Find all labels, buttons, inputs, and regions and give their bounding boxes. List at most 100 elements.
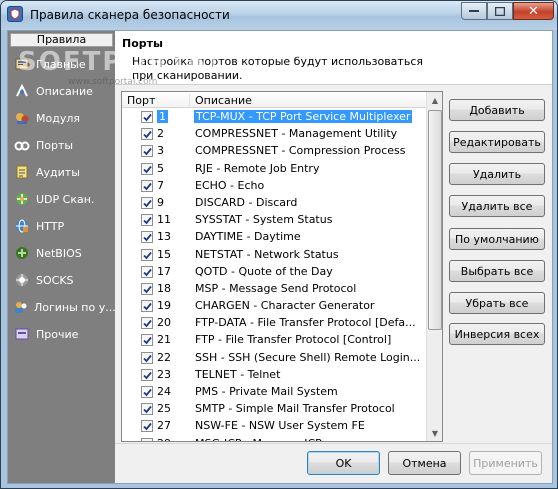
port-checkbox[interactable] (141, 420, 153, 433)
default-button[interactable]: По умолчанию (449, 228, 545, 250)
vertical-scrollbar[interactable]: ▲ ▼ (426, 92, 442, 441)
table-row[interactable]: 13 DAYTIME - Daytime (122, 228, 426, 245)
minimize-button[interactable] (461, 2, 487, 20)
port-checkbox[interactable] (141, 128, 153, 141)
delete-all-button[interactable]: Удалить все (449, 195, 545, 217)
table-row[interactable]: 22 SSH - SSH (Secure Shell) Remote Login.… (122, 349, 426, 366)
port-number: 11 (157, 213, 171, 227)
port-checkbox[interactable] (141, 231, 153, 244)
table-row[interactable]: 21 FTP - File Transfer Protocol [Control] (122, 331, 426, 348)
checkmark-icon (143, 113, 152, 122)
sidebar-item-udp-scan[interactable]: UDP Скан. (8, 187, 115, 211)
port-number: 24 (157, 385, 171, 398)
table-row[interactable]: 25 SMTP - Simple Mail Transfer Protocol (122, 400, 426, 417)
table-row[interactable]: 24 PMS - Private Mail System (122, 383, 426, 400)
sidebar-item-ports[interactable]: Порты (8, 133, 115, 157)
port-checkbox[interactable] (141, 403, 153, 416)
table-row[interactable]: 7 ECHO - Echo (122, 177, 426, 194)
ports-list[interactable]: Порт Описание 1 TCP-MUX - TCP Port Servic… (121, 91, 443, 442)
sidebar-item-logins[interactable]: Логины по у... (8, 295, 116, 319)
port-description: DISCARD - Discard (195, 195, 298, 209)
table-row[interactable]: 19 CHARGEN - Character Generator (122, 297, 426, 314)
table-row[interactable]: 3 COMPRESSNET - Compression Process (122, 142, 426, 159)
cancel-button[interactable]: Отмена (388, 451, 461, 475)
port-number: 22 (157, 350, 171, 364)
port-checkbox[interactable] (141, 437, 153, 441)
footer-divider (115, 443, 552, 444)
column-header-port[interactable]: Порт (127, 94, 155, 107)
port-checkbox[interactable] (141, 334, 153, 347)
port-checkbox[interactable] (141, 162, 153, 175)
table-row[interactable]: 9 DISCARD - Discard (122, 194, 426, 211)
port-number: 29 (157, 437, 171, 441)
table-row[interactable]: 2 COMPRESSNET - Management Utility (122, 125, 426, 142)
sidebar-item-netbios[interactable]: NetBIOS (8, 241, 115, 265)
add-button[interactable]: Добавить (449, 99, 545, 121)
scroll-up-arrow-icon[interactable]: ▲ (427, 92, 443, 108)
table-row[interactable]: 15 NETSTAT - Network Status (122, 246, 426, 263)
port-number: 25 (157, 402, 171, 416)
table-row[interactable]: 18 MSP - Message Send Protocol (122, 280, 426, 297)
sidebar-item-audits[interactable]: Аудиты (8, 160, 115, 184)
checkmark-icon (149, 440, 151, 441)
port-checkbox[interactable] (141, 265, 153, 278)
port-number: 17 (157, 264, 171, 278)
port-description: NSW-FE - NSW User System FE (195, 419, 365, 433)
invert-all-button[interactable]: Инверсия всех (449, 323, 545, 345)
port-checkbox[interactable] (141, 282, 153, 295)
port-description: SSH - SSH (Secure Shell) Remote Login... (195, 350, 421, 364)
table-row[interactable]: 29 MSG-ICP - Message ICP (122, 435, 426, 441)
sidebar-item-label: HTTP (36, 219, 65, 233)
ok-button[interactable]: OK (307, 451, 380, 475)
port-checkbox[interactable] (141, 351, 153, 364)
port-number: 9 (157, 195, 164, 209)
sidebar-item-other[interactable]: Прочие (8, 322, 115, 346)
deselect-all-button[interactable]: Убрать все (449, 292, 545, 314)
maximize-button[interactable] (487, 2, 513, 20)
netbios-icon (13, 244, 31, 262)
port-checkbox[interactable] (141, 196, 153, 209)
delete-button[interactable]: Удалить (449, 163, 545, 185)
close-button[interactable]: ✕ (513, 2, 554, 20)
port-description: MSG-ICP - Message ICP (195, 437, 322, 441)
column-divider[interactable] (189, 94, 190, 106)
sidebar-item-label: Модуля (36, 111, 80, 125)
table-row[interactable]: 5 RJE - Remote Job Entry (122, 160, 426, 177)
title-bar[interactable]: Правила сканера безопасности ✕ (1, 1, 557, 30)
port-description: FTP-DATA - File Transfer Protocol [Defa.… (195, 316, 416, 330)
column-header-description[interactable]: Описание (195, 94, 252, 107)
table-row[interactable]: 17 QOTD - Quote of the Day (122, 263, 426, 280)
port-description: FTP - File Transfer Protocol [Control] (195, 333, 392, 347)
port-description: MSP - Message Send Protocol (195, 281, 357, 295)
port-checkbox[interactable] (141, 386, 153, 398)
port-checkbox[interactable] (141, 248, 153, 261)
port-description: COMPRESSNET - Compression Process (195, 144, 406, 158)
port-number: 15 (157, 247, 171, 261)
edit-button[interactable]: Редактировать (449, 131, 545, 153)
apply-button[interactable]: Применить (469, 451, 542, 475)
port-checkbox[interactable] (141, 300, 153, 313)
port-checkbox[interactable] (141, 317, 153, 330)
port-checkbox[interactable] (141, 179, 153, 192)
select-all-button[interactable]: Выбрать все (449, 260, 545, 282)
modules-icon (13, 109, 31, 127)
sidebar-header[interactable]: Правила (10, 33, 113, 47)
port-checkbox[interactable] (141, 145, 153, 158)
port-checkbox[interactable] (141, 368, 153, 381)
scroll-thumb[interactable] (428, 110, 442, 330)
port-number: 23 (157, 367, 171, 381)
table-row[interactable]: 11 SYSSTAT - System Status (122, 211, 426, 228)
port-checkbox[interactable] (141, 214, 153, 227)
scroll-down-arrow-icon[interactable]: ▼ (427, 425, 443, 441)
port-number: 13 (157, 230, 171, 244)
table-row[interactable]: 23 TELNET - Telnet (122, 366, 426, 383)
table-row[interactable]: 27 NSW-FE - NSW User System FE (122, 417, 426, 434)
sidebar-item-http[interactable]: HTTP (8, 214, 115, 238)
table-row[interactable]: 1 TCP-MUX - TCP Port Service Multiplexer (122, 108, 426, 125)
port-description: SMTP - Simple Mail Transfer Protocol (195, 402, 395, 416)
table-row[interactable]: 20 FTP-DATA - File Transfer Protocol [Def… (122, 314, 426, 331)
sidebar-item-socks[interactable]: SOCKS (8, 268, 115, 292)
checkmark-icon (143, 320, 152, 328)
sidebar-item-modules[interactable]: Модуля (8, 106, 115, 130)
port-checkbox[interactable] (141, 111, 153, 123)
